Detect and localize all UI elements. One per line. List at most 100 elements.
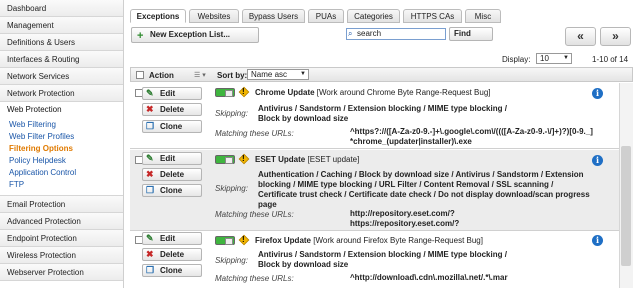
- warning-mark: !: [242, 87, 245, 96]
- chevron-down-icon: ▼: [563, 55, 569, 61]
- search-input-value: search: [357, 29, 382, 38]
- delete-icon: ✖: [146, 169, 154, 179]
- web-protection-submenu: Web Filtering Web Filter Profiles Filter…: [0, 118, 123, 196]
- enable-toggle[interactable]: [215, 88, 235, 97]
- action-column-header: Action: [149, 71, 174, 80]
- nav-dashboard[interactable]: Dashboard: [0, 0, 123, 17]
- delete-label: Delete: [160, 250, 185, 259]
- edit-button[interactable]: ✎ Edit: [142, 87, 202, 100]
- subnav-filtering-options[interactable]: Filtering Options: [9, 143, 123, 155]
- display-label: Display:: [502, 55, 531, 64]
- prev-page-button[interactable]: «: [565, 27, 596, 46]
- column-menu-icon[interactable]: ☰ ▾: [194, 71, 206, 79]
- subnav-application-control[interactable]: Application Control: [9, 167, 123, 179]
- skipping-value: Antivirus / Sandstorm / Extension blocki…: [258, 104, 507, 123]
- info-icon[interactable]: i: [592, 155, 603, 166]
- clone-label: Clone: [160, 266, 183, 275]
- row-title: Chrome Update [Work around Chrome Byte R…: [255, 88, 491, 97]
- tab-bypass-users[interactable]: Bypass Users: [242, 9, 305, 23]
- row-title: ESET Update [ESET update]: [255, 155, 359, 164]
- list-item: ✎ Edit ✖ Delete ❐ Clone ! ESET Update [ESET…: [130, 150, 633, 231]
- url-value: ^http://download\.cdn\.mozilla\.net/.*\.…: [350, 273, 508, 282]
- clone-button[interactable]: ❐ Clone: [142, 120, 202, 133]
- search-icon: ⌕: [348, 29, 353, 38]
- nav-definitions-users[interactable]: Definitions & Users: [0, 34, 123, 51]
- scrollbar-thumb[interactable]: [621, 146, 631, 266]
- tab-exceptions[interactable]: Exceptions: [130, 9, 186, 23]
- display-count-select[interactable]: 10 ▼: [536, 53, 572, 64]
- exception-comment: [Work around Chrome Byte Range-Request B…: [316, 88, 491, 97]
- display-count-value: 10: [540, 54, 549, 63]
- warning-mark: !: [242, 235, 245, 244]
- delete-label: Delete: [160, 170, 185, 179]
- urls-label: Matching these URLs:: [215, 274, 294, 283]
- edit-label: Edit: [160, 234, 176, 243]
- nav-management[interactable]: Management: [0, 17, 123, 34]
- list-header: Action ☰ ▾ Sort by: Name asc ▼: [130, 67, 633, 82]
- subnav-ftp[interactable]: FTP: [9, 179, 123, 191]
- list-item: ✎ Edit ✖ Delete ❐ Clone ! Firefox Update [W…: [130, 232, 633, 288]
- clone-button[interactable]: ❐ Clone: [142, 184, 202, 197]
- subnav-web-filter-profiles[interactable]: Web Filter Profiles: [9, 131, 123, 143]
- subnav-policy-helpdesk[interactable]: Policy Helpdesk: [9, 155, 123, 167]
- nav-advanced-protection[interactable]: Advanced Protection: [0, 212, 123, 230]
- enable-toggle[interactable]: [215, 236, 235, 245]
- clone-icon: ❐: [146, 121, 155, 131]
- skipping-label: Skipping:: [215, 184, 248, 193]
- sort-by-label: Sort by:: [217, 71, 248, 80]
- urls-label: Matching these URLs:: [215, 210, 294, 219]
- edit-button[interactable]: ✎ Edit: [142, 232, 202, 245]
- sort-select-value: Name asc: [251, 70, 288, 79]
- warning-mark: !: [242, 154, 245, 163]
- clone-icon: ❐: [146, 185, 155, 195]
- info-icon[interactable]: i: [592, 235, 603, 246]
- edit-icon: ✎: [146, 233, 154, 243]
- new-exception-list-label: New Exception List...: [150, 30, 231, 39]
- delete-button[interactable]: ✖ Delete: [142, 168, 202, 181]
- tab-puas[interactable]: PUAs: [308, 9, 344, 23]
- clone-label: Clone: [160, 186, 183, 195]
- enable-toggle[interactable]: [215, 155, 235, 164]
- row-title: Firefox Update [Work around Firefox Byte…: [255, 236, 483, 245]
- tab-categories[interactable]: Categories: [347, 9, 400, 23]
- next-page-button[interactable]: »: [600, 27, 631, 46]
- nav-endpoint-protection[interactable]: Endpoint Protection: [0, 229, 123, 247]
- nav-web-protection[interactable]: Web Protection: [0, 102, 123, 118]
- nav-email-protection[interactable]: Email Protection: [0, 195, 123, 213]
- delete-label: Delete: [160, 105, 185, 114]
- info-icon[interactable]: i: [592, 88, 603, 99]
- nav-network-services[interactable]: Network Services: [0, 68, 123, 85]
- clone-icon: ❐: [146, 265, 155, 275]
- delete-button[interactable]: ✖ Delete: [142, 103, 202, 116]
- exception-comment: [Work around Firefox Byte Range-Request …: [313, 236, 483, 245]
- sort-select[interactable]: Name asc ▼: [247, 69, 309, 80]
- find-button[interactable]: Find: [449, 27, 493, 41]
- nav-wireless-protection[interactable]: Wireless Protection: [0, 246, 123, 264]
- sidebar: Dashboard Management Definitions & Users…: [0, 0, 124, 288]
- clone-button[interactable]: ❐ Clone: [142, 264, 202, 277]
- exception-comment: [ESET update]: [307, 155, 360, 164]
- edit-icon: ✎: [146, 88, 154, 98]
- url-value: https://repository.eset.com/?: [350, 219, 460, 228]
- subnav-web-filtering[interactable]: Web Filtering: [9, 119, 123, 131]
- nav-interfaces-routing[interactable]: Interfaces & Routing: [0, 51, 123, 68]
- tab-websites[interactable]: Websites: [189, 9, 239, 23]
- edit-button[interactable]: ✎ Edit: [142, 152, 202, 165]
- exception-name: Chrome Update: [255, 88, 315, 97]
- search-input[interactable]: ⌕ search: [346, 28, 446, 40]
- skipping-value: Antivirus / Sandstorm / Extension blocki…: [258, 250, 507, 269]
- page-info: 1-10 of 14: [592, 55, 629, 64]
- delete-icon: ✖: [146, 104, 154, 114]
- urls-label: Matching these URLs:: [215, 129, 294, 138]
- select-all-checkbox[interactable]: [136, 71, 144, 79]
- skipping-label: Skipping:: [215, 256, 248, 265]
- main-panel: Exceptions Websites Bypass Users PUAs Ca…: [124, 0, 639, 288]
- tab-https-cas[interactable]: HTTPS CAs: [403, 9, 462, 23]
- delete-button[interactable]: ✖ Delete: [142, 248, 202, 261]
- delete-icon: ✖: [146, 249, 154, 259]
- nav-network-protection[interactable]: Network Protection: [0, 85, 123, 102]
- new-exception-list-button[interactable]: + New Exception List...: [131, 27, 259, 43]
- url-value: ^https?://([A-Za-z0-9.-]+\.google\.com\/…: [350, 127, 593, 146]
- nav-webserver-protection[interactable]: Webserver Protection: [0, 263, 123, 281]
- tab-misc[interactable]: Misc: [465, 9, 501, 23]
